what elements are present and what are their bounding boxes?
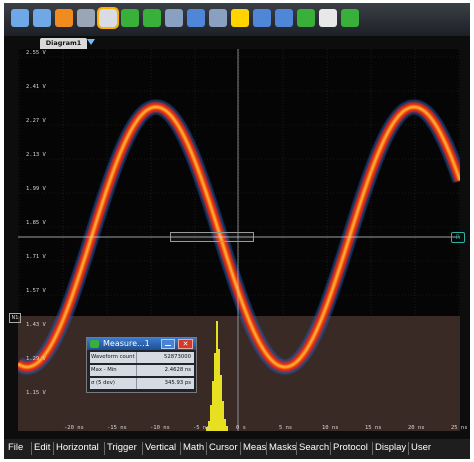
toolbar xyxy=(4,3,470,36)
x-axis-label: 15 ns xyxy=(365,425,382,431)
measure-dialog[interactable]: Measure...1 ✕ Waveform count 52873000 Ma… xyxy=(86,337,197,393)
clipboard-icon[interactable] xyxy=(319,9,337,27)
menu-item-horizontal[interactable]: Horizontal xyxy=(56,442,99,453)
histogram-bar xyxy=(226,426,228,431)
menu-item-display[interactable]: Display xyxy=(375,442,406,453)
y-axis-label: 1.29 V xyxy=(26,356,46,362)
menu-item-math[interactable]: Math xyxy=(183,442,204,453)
y-axis-label: 1.71 V xyxy=(26,254,46,260)
help-icon[interactable] xyxy=(55,9,73,27)
close-icon[interactable]: ✕ xyxy=(178,339,193,349)
document-icon[interactable] xyxy=(341,9,359,27)
histogram-bar xyxy=(212,381,214,431)
undo-icon[interactable] xyxy=(11,9,29,27)
histogram-bar xyxy=(216,321,218,431)
measure-row-name: σ (5 dev) xyxy=(91,380,115,386)
menu-item-trigger[interactable]: Trigger xyxy=(107,442,137,453)
y-axis-label: 2.13 V xyxy=(26,152,46,158)
histogram-icon[interactable] xyxy=(253,9,271,27)
measure-row: Max - Min 2.4628 ns xyxy=(90,365,194,376)
x-axis-label: 25 ns xyxy=(451,425,468,431)
tab-diagram1[interactable]: Diagram1 xyxy=(40,38,87,49)
measurement-gate[interactable] xyxy=(170,232,254,242)
measure-search-icon xyxy=(90,340,99,348)
x-axis-label: -20 ns xyxy=(64,425,84,431)
measure-row-value: 52873000 xyxy=(164,354,191,360)
y-axis-label: 2.55 V xyxy=(26,50,46,56)
measure-row: Waveform count 52873000 xyxy=(90,352,194,363)
y-axis-label: 1.85 V xyxy=(26,220,46,226)
x-axis-label: 5 ns xyxy=(279,425,293,431)
tab-dropdown-icon[interactable] xyxy=(87,39,95,45)
histogram-bar xyxy=(220,375,222,431)
x-axis-label: -15 ns xyxy=(107,425,127,431)
measure-row-name: Waveform count xyxy=(91,354,135,360)
redo-icon[interactable] xyxy=(33,9,51,27)
minimize-icon[interactable] xyxy=(161,339,175,349)
menu-item-cursor[interactable]: Cursor xyxy=(209,442,238,453)
measure-titlebar[interactable]: Measure...1 ✕ xyxy=(87,338,196,350)
y-axis-label: 1.43 V xyxy=(26,322,46,328)
n-marker[interactable]: N1 xyxy=(9,313,21,323)
histogram-bar xyxy=(210,405,212,431)
marker-icon[interactable] xyxy=(231,9,249,27)
menu-item-edit[interactable]: Edit xyxy=(34,442,50,453)
menu-item-search[interactable]: Search xyxy=(299,442,329,453)
split-view-icon[interactable] xyxy=(187,9,205,27)
measure-title: Measure...1 xyxy=(103,339,150,348)
histogram-bar xyxy=(222,401,224,431)
magnify-icon[interactable] xyxy=(143,9,161,27)
x-axis-label: -10 ns xyxy=(150,425,170,431)
menu-item-masks[interactable]: Masks xyxy=(269,442,296,453)
menu-item-meas[interactable]: Meas xyxy=(243,442,266,453)
y-axis-label: 1.99 V xyxy=(26,186,46,192)
multi-zoom-icon[interactable] xyxy=(297,9,315,27)
zoom-cursor-icon[interactable] xyxy=(121,9,139,27)
search-icon[interactable] xyxy=(275,9,293,27)
measure-row-value: 345.93 ps xyxy=(164,380,191,386)
waveform-icon[interactable] xyxy=(165,9,183,27)
y-axis-label: 2.41 V xyxy=(26,84,46,90)
menu-item-vertical[interactable]: Vertical xyxy=(145,442,176,453)
y-axis-label: 2.27 V xyxy=(26,118,46,124)
grid-icon[interactable] xyxy=(77,9,95,27)
menu-item-protocol[interactable]: Protocol xyxy=(333,442,368,453)
reference-marker[interactable]: R xyxy=(451,232,465,243)
y-axis-label: 1.15 V xyxy=(26,390,46,396)
menu-bar: File Edit Horizontal Trigger Vertical Math Cur… xyxy=(4,439,470,459)
measure-row-name: Max - Min xyxy=(91,367,117,373)
x-axis-label: 20 ns xyxy=(408,425,425,431)
histogram-bar xyxy=(224,419,226,431)
x-axis-label: 0 s xyxy=(236,425,246,431)
measure-row: σ (5 dev) 345.93 ps xyxy=(90,378,194,389)
menu-item-file[interactable]: File xyxy=(8,442,23,453)
menu-item-user[interactable]: User xyxy=(411,442,431,453)
oscilloscope-window: Diagram1 2.55 V 2.41 V 2.27 V 2.13 V 1.99 V 1… xyxy=(4,3,470,459)
y-axis-label: 1.57 V xyxy=(26,288,46,294)
x-axis-label: -5 ns xyxy=(193,425,210,431)
pointer-icon[interactable] xyxy=(97,7,119,29)
x-axis-label: 10 ns xyxy=(322,425,339,431)
save-icon[interactable] xyxy=(209,9,227,27)
histogram-bar xyxy=(214,353,216,431)
measure-row-value: 2.4628 ns xyxy=(164,367,191,373)
histogram-bar xyxy=(218,349,220,431)
